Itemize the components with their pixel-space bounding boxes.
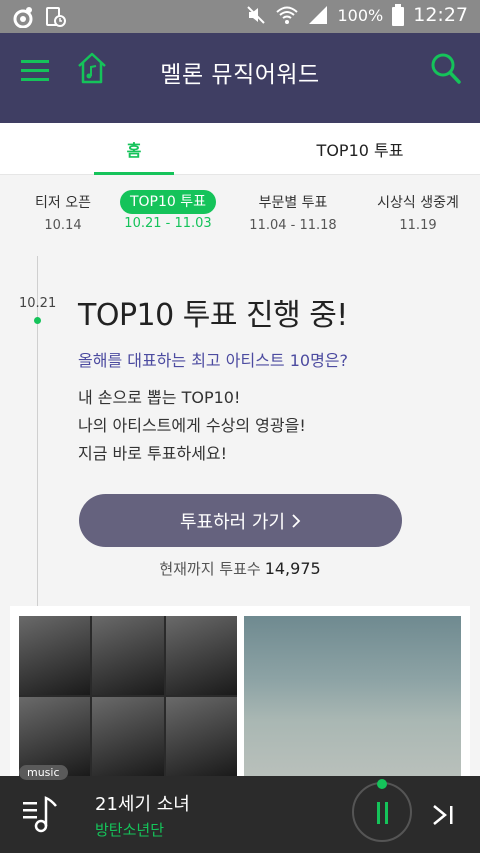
stage-date: 11.04 - 11.18	[249, 218, 337, 233]
stage-name: 시상식 생중계	[377, 195, 459, 211]
mute-icon	[247, 6, 266, 24]
battery-percent: 100%	[337, 5, 384, 25]
stage-schedule: 티저 오픈 10.14 TOP10 투표 10.21 - 11.03 부문별 투…	[0, 190, 480, 246]
app-bar: 멜론 뮤직어워드	[0, 33, 480, 123]
song-title: 21세기 소녀	[95, 794, 190, 815]
stage-live-broadcast[interactable]: 시상식 생중계 11.19	[363, 190, 473, 233]
music-tag: music	[19, 765, 68, 780]
vote-count: 현재까지 투표수 14,975	[0, 558, 480, 579]
stage-name: 부문별 투표	[258, 195, 328, 211]
chevron-right-icon	[292, 513, 301, 528]
stage-name: TOP10 투표	[119, 190, 217, 214]
stage-date: 10.21 - 11.03	[124, 216, 212, 231]
stage-name: 티저 오픈	[35, 195, 91, 211]
signal-icon	[309, 6, 328, 24]
stage-top10-vote[interactable]: TOP10 투표 10.21 - 11.03	[113, 190, 223, 231]
tab-bar: 홈 TOP10 투표	[0, 123, 480, 175]
timeline-date: 10.21	[19, 296, 57, 311]
progress-indicator[interactable]	[377, 779, 387, 789]
timeline-dot	[34, 317, 41, 324]
app-title: 멜론 뮤직어워드	[160, 62, 320, 88]
question-text: 올해를 대표하는 최고 아티스트 10명은?	[78, 351, 348, 370]
artist-gallery	[10, 606, 470, 776]
status-bar: 100% 12:27	[0, 0, 480, 33]
go-vote-label: 투표하러 가기	[179, 511, 286, 533]
go-vote-button[interactable]: 투표하러 가기	[79, 494, 402, 547]
screenshot-icon	[46, 7, 66, 27]
vote-count-label: 현재까지 투표수	[159, 560, 261, 578]
search-icon[interactable]	[430, 51, 462, 85]
stage-teaser[interactable]: 티저 오픈 10.14	[8, 190, 118, 233]
description: 내 손으로 뽑는 TOP10! 나의 아티스트에게 수상의 영광을! 지금 바로…	[78, 384, 306, 468]
music-note-icon[interactable]	[18, 790, 64, 836]
mini-player[interactable]: 21세기 소녀 방탄소년단	[0, 776, 480, 853]
battery-icon	[392, 4, 405, 26]
melon-app-icon	[13, 7, 33, 28]
stage-date: 11.19	[399, 218, 437, 233]
wifi-icon	[276, 6, 299, 24]
artist-photo-2[interactable]	[244, 616, 461, 776]
tab-home[interactable]: 홈	[90, 123, 178, 175]
tab-top10-vote[interactable]: TOP10 투표	[300, 123, 420, 175]
headline: TOP10 투표 진행 중!	[78, 298, 348, 333]
status-time: 12:27	[413, 4, 468, 26]
next-track-icon[interactable]	[428, 800, 458, 830]
stage-category-vote[interactable]: 부문별 투표 11.04 - 11.18	[238, 190, 348, 233]
stage-date: 10.14	[44, 218, 82, 233]
artist-photo-1[interactable]	[19, 616, 237, 776]
description-line: 나의 아티스트에게 수상의 영광을!	[78, 416, 306, 435]
artist-name: 방탄소년단	[95, 821, 165, 839]
description-line: 지금 바로 투표하세요!	[78, 444, 228, 463]
pause-button[interactable]	[352, 782, 412, 842]
vote-count-number: 14,975	[264, 559, 321, 578]
description-line: 내 손으로 뽑는 TOP10!	[78, 388, 241, 407]
